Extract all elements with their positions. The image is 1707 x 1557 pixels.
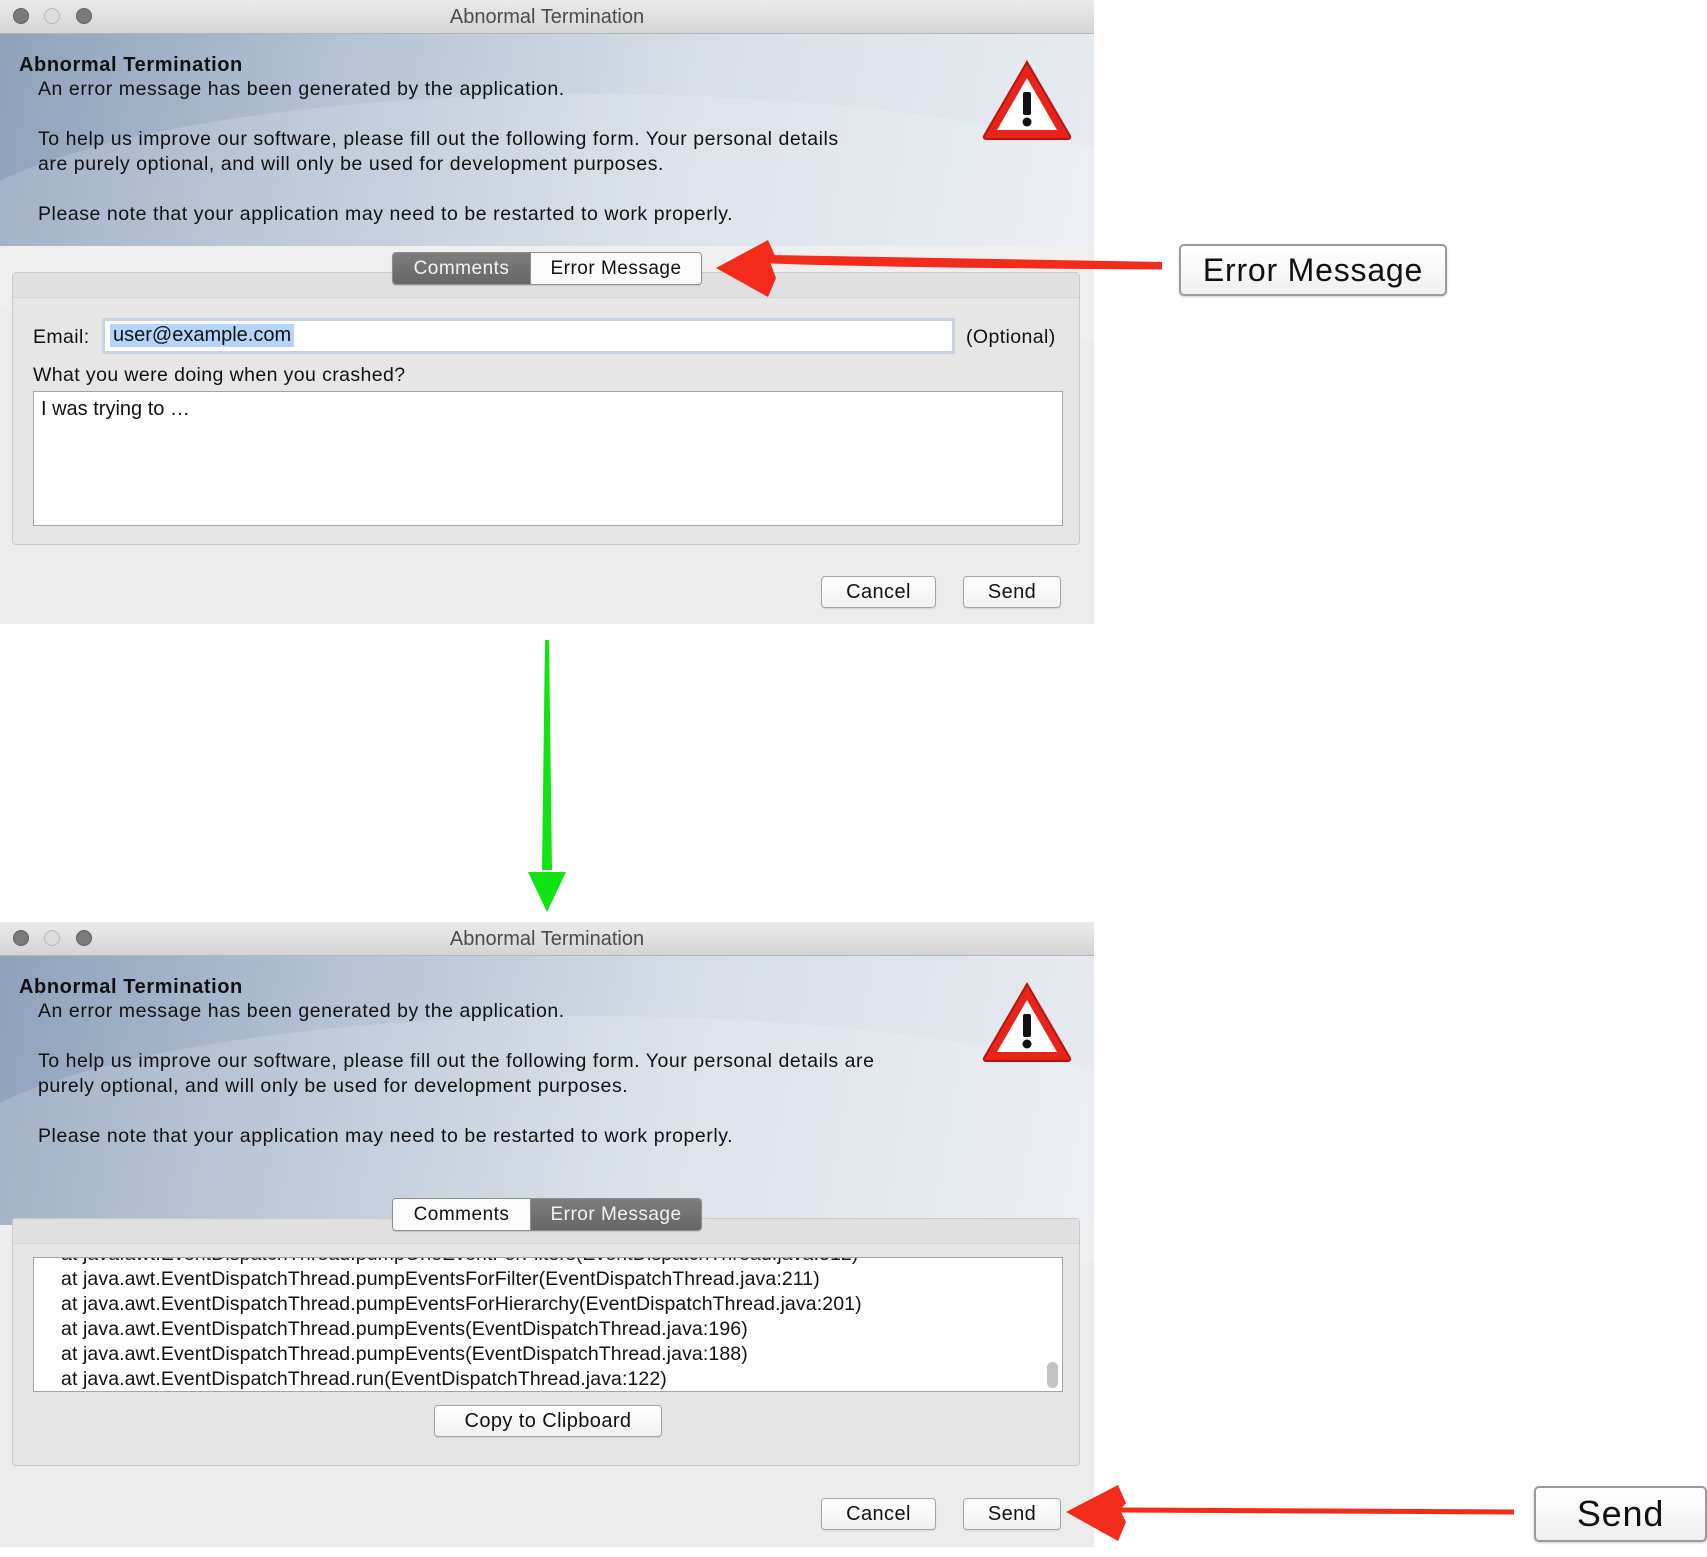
red-arrow-send (1066, 1485, 1515, 1541)
cancel-button[interactable]: Cancel (821, 576, 936, 608)
tab-switcher: Comments Error Message (392, 252, 702, 285)
header-restart-note: Please note that your application may ne… (38, 1125, 734, 1147)
tab-comments[interactable]: Comments (393, 1199, 531, 1230)
email-field[interactable]: user@example.com (102, 318, 955, 354)
stack-trace-log[interactable]: at java.awt.EventDispatchThread.pumpOneE… (33, 1257, 1063, 1392)
warning-icon (982, 60, 1072, 140)
comment-textarea[interactable]: I was trying to … (33, 391, 1063, 526)
tab-switcher: Comments Error Message (392, 1198, 702, 1231)
warning-icon (982, 982, 1072, 1062)
tab-comments[interactable]: Comments (393, 253, 531, 284)
optional-label: (Optional) (966, 326, 1056, 348)
stack-trace-line: at java.awt.EventDispatchThread.pumpEven… (61, 1268, 820, 1290)
stack-trace-line: at java.awt.EventDispatchThread.pumpEven… (61, 1293, 862, 1315)
title-bar: Abnormal Termination (0, 922, 1094, 956)
copy-to-clipboard-button[interactable]: Copy to Clipboard (434, 1405, 662, 1437)
header-title: Abnormal Termination (19, 54, 243, 76)
tab-error-message[interactable]: Error Message (531, 1199, 701, 1230)
header-restart-note: Please note that your application may ne… (38, 203, 734, 225)
tab-panel: at java.awt.EventDispatchThread.pumpOneE… (12, 1218, 1080, 1466)
header-form-note: To help us improve our software, please … (38, 128, 839, 150)
header-message: An error message has been generated by t… (38, 1000, 565, 1022)
stack-trace-line: at java.awt.EventDispatchThread.pumpOneE… (61, 1258, 858, 1266)
error-message-zoom-callout: Error Message (1179, 244, 1447, 296)
header-message: An error message has been generated by t… (38, 78, 565, 100)
header-form-note: To help us improve our software, please … (38, 1050, 875, 1072)
send-zoom-callout: Send (1534, 1486, 1707, 1542)
stack-trace-line: at java.awt.EventDispatchThread.pumpEven… (61, 1318, 748, 1340)
header-title: Abnormal Termination (19, 976, 243, 998)
title-bar: Abnormal Termination (0, 0, 1094, 34)
window-title: Abnormal Termination (449, 6, 645, 28)
dialog-error-message-state: Abnormal Termination Abnormal Terminatio… (0, 922, 1094, 1547)
dialog-header: Abnormal Termination An error message ha… (0, 956, 1094, 1316)
green-arrow-down (528, 640, 566, 912)
header-form-note-2: purely optional, and will only be used f… (38, 1075, 629, 1097)
tab-panel: Email: user@example.com (Optional) What … (12, 272, 1080, 545)
dialog-header: Abnormal Termination An error message ha… (0, 34, 1094, 394)
crash-question-label: What you were doing when you crashed? (33, 364, 406, 386)
send-button[interactable]: Send (963, 576, 1061, 608)
cancel-button[interactable]: Cancel (821, 1498, 936, 1530)
email-label: Email: (33, 326, 90, 348)
log-scrollbar-thumb[interactable] (1047, 1362, 1058, 1388)
send-button[interactable]: Send (963, 1498, 1061, 1530)
comment-text: I was trying to … (41, 398, 190, 420)
stack-trace-line: at java.awt.EventDispatchThread.pumpEven… (61, 1343, 748, 1365)
email-value: user@example.com (110, 324, 295, 347)
stack-trace-line: at java.awt.EventDispatchThread.run(Even… (61, 1368, 667, 1390)
window-title: Abnormal Termination (449, 928, 645, 950)
tab-error-message[interactable]: Error Message (531, 253, 701, 284)
header-form-note-2: are purely optional, and will only be us… (38, 153, 665, 175)
dialog-comments-state: Abnormal Termination Abnormal Terminatio… (0, 0, 1094, 624)
